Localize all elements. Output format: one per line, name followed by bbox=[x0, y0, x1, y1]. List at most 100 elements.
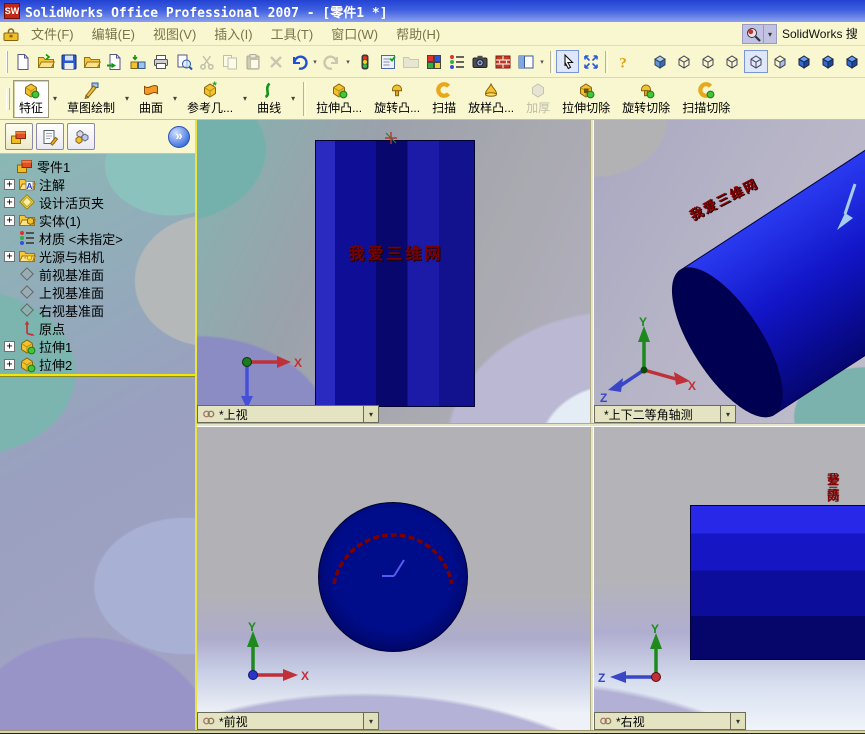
make-assembly-button[interactable] bbox=[126, 50, 149, 73]
open-button[interactable] bbox=[34, 50, 57, 73]
expand-toggle-icon[interactable]: + bbox=[4, 340, 15, 352]
tree-item-material[interactable]: 材质 <未指定> bbox=[0, 229, 195, 247]
display-current-style-button[interactable] bbox=[744, 50, 768, 73]
revolved-cut-button[interactable]: 旋转切除 bbox=[616, 80, 676, 118]
svg-text:?: ? bbox=[619, 55, 627, 71]
curve-button[interactable]: 曲线 bbox=[251, 80, 287, 118]
undo-button-dropdown-icon[interactable]: ▾ bbox=[310, 58, 320, 66]
sketch-button[interactable]: 草图绘制 bbox=[61, 80, 121, 118]
tree-item-extrude2[interactable]: + 拉伸2 bbox=[0, 355, 195, 373]
redo-button-dropdown-icon[interactable]: ▾ bbox=[343, 58, 353, 66]
menu-item-3[interactable]: 插入(I) bbox=[205, 22, 261, 45]
expand-toggle-icon[interactable]: + bbox=[4, 214, 15, 226]
sketch-button-dropdown-icon[interactable]: ▾ bbox=[121, 94, 133, 103]
panel-overflow-button[interactable]: » bbox=[168, 125, 190, 148]
menu-item-2[interactable]: 视图(V) bbox=[144, 22, 205, 45]
tree-item-right-plane[interactable]: 右视基准面 bbox=[0, 301, 195, 319]
view-selector-right[interactable]: *右视 ▾ bbox=[594, 712, 746, 730]
horizontal-splitter[interactable] bbox=[197, 423, 865, 427]
undo-button[interactable] bbox=[287, 50, 310, 73]
features-button-dropdown-icon[interactable]: ▾ bbox=[49, 94, 61, 103]
display-hidden-lines-removed-button[interactable] bbox=[696, 50, 720, 73]
menu-item-5[interactable]: 窗口(W) bbox=[322, 22, 387, 45]
photo-render-button[interactable] bbox=[468, 50, 491, 73]
view-dropdown-icon[interactable]: ▾ bbox=[720, 406, 735, 422]
print-preview-button[interactable] bbox=[172, 50, 195, 73]
view-selector-isometric[interactable]: *上下二等角轴测 ▾ bbox=[594, 405, 736, 423]
display-shaded-edges-button[interactable] bbox=[648, 50, 672, 73]
viewport-top-view[interactable]: 我爱三维网 X Z *上视 ▾ bbox=[197, 120, 590, 423]
zoom-fit-button[interactable] bbox=[579, 50, 602, 73]
expand-toggle-icon[interactable]: + bbox=[4, 178, 15, 190]
revolved-boss-button[interactable]: 旋转凸... bbox=[368, 80, 426, 118]
expand-toggle-icon[interactable]: + bbox=[4, 250, 15, 262]
tree-item-extrude1[interactable]: + 拉伸1 bbox=[0, 337, 195, 355]
tree-item-solid-bodies[interactable]: + 实体(1) bbox=[0, 211, 195, 229]
tree-item-annotations[interactable]: + A 注解 bbox=[0, 175, 195, 193]
texture-button[interactable] bbox=[491, 50, 514, 73]
menu-item-0[interactable]: 文件(F) bbox=[22, 22, 83, 45]
view-selector-front[interactable]: *前视 ▾ bbox=[197, 712, 379, 730]
split-view-button[interactable] bbox=[514, 50, 537, 73]
model-top-view[interactable] bbox=[315, 140, 475, 407]
tree-item-lights-cameras[interactable]: + 光源与相机 bbox=[0, 247, 195, 265]
expand-toggle-icon[interactable]: + bbox=[4, 358, 15, 370]
viewport-right-view[interactable]: 我爱三维网 Y Z *右视 ▾ bbox=[594, 427, 865, 730]
display-shadow-button[interactable] bbox=[768, 50, 792, 73]
search-dropdown-icon[interactable]: ▾ bbox=[764, 23, 777, 44]
sweep-button-icon bbox=[435, 81, 453, 99]
surface-button[interactable]: 曲面 bbox=[133, 80, 169, 118]
tab-configurations[interactable] bbox=[67, 123, 95, 150]
extruded-boss-button[interactable]: 拉伸凸... bbox=[310, 80, 368, 118]
select-button[interactable] bbox=[556, 50, 579, 73]
viewport-isometric-view[interactable]: 我爱三维网 Y X Z *上下二等角轴测 ▾ bbox=[594, 120, 865, 423]
menu-item-4[interactable]: 工具(T) bbox=[262, 22, 323, 45]
tab-featuremanager[interactable] bbox=[5, 123, 33, 150]
view-dropdown-icon[interactable]: ▾ bbox=[363, 713, 378, 729]
model-right-view[interactable] bbox=[690, 505, 865, 660]
tree-item-front-plane[interactable]: 前视基准面 bbox=[0, 265, 195, 283]
rebuild-button[interactable] bbox=[353, 50, 376, 73]
tree-item-origin[interactable]: 原点 bbox=[0, 319, 195, 337]
menu-item-1[interactable]: 编辑(E) bbox=[83, 22, 144, 45]
tree-item-part-root[interactable]: 零件1 bbox=[0, 157, 195, 175]
view-orientation-1-button[interactable] bbox=[792, 50, 816, 73]
toolbar-grip[interactable] bbox=[6, 50, 8, 73]
display-hidden-lines-visible-button[interactable] bbox=[672, 50, 696, 73]
make-drawing-button[interactable] bbox=[103, 50, 126, 73]
toolbar-grip[interactable] bbox=[6, 87, 10, 110]
display-settings-button[interactable] bbox=[445, 50, 468, 73]
tree-item-design-binder[interactable]: + 设计活页夹 bbox=[0, 193, 195, 211]
search-icon[interactable] bbox=[742, 23, 764, 44]
view-orientation-3-button[interactable] bbox=[840, 50, 864, 73]
extruded-cut-button[interactable]: 拉伸切除 bbox=[556, 80, 616, 118]
new-button[interactable] bbox=[11, 50, 34, 73]
options-button[interactable] bbox=[376, 50, 399, 73]
view-dropdown-icon[interactable]: ▾ bbox=[730, 713, 745, 729]
rollback-bar[interactable] bbox=[0, 374, 195, 377]
display-wireframe-button[interactable] bbox=[720, 50, 744, 73]
viewport-front-view[interactable]: Y X *前视 ▾ bbox=[197, 427, 590, 730]
features-button[interactable]: 特征 bbox=[13, 79, 50, 118]
view-dropdown-icon[interactable]: ▾ bbox=[363, 406, 378, 422]
print-button[interactable] bbox=[149, 50, 172, 73]
tree-item-top-plane[interactable]: 上视基准面 bbox=[0, 283, 195, 301]
open-alt-button[interactable] bbox=[80, 50, 103, 73]
swept-cut-button[interactable]: 扫描切除 bbox=[676, 80, 736, 118]
loft-button[interactable]: 放样凸... bbox=[462, 80, 520, 118]
expand-toggle-icon[interactable]: + bbox=[4, 196, 15, 208]
menu-item-6[interactable]: 帮助(H) bbox=[387, 22, 449, 45]
edit-color-button[interactable] bbox=[422, 50, 445, 73]
help-button[interactable]: ? bbox=[611, 50, 634, 73]
view-orientation-2-button[interactable] bbox=[816, 50, 840, 73]
save-button[interactable] bbox=[57, 50, 80, 73]
split-view-button-dropdown-icon[interactable]: ▾ bbox=[537, 58, 547, 66]
curve-button-dropdown-icon[interactable]: ▾ bbox=[287, 94, 299, 103]
solidworks-search[interactable]: ▾ SolidWorks 搜 bbox=[742, 23, 865, 44]
reference-geometry-button[interactable]: * 参考几... bbox=[181, 80, 239, 118]
view-selector-top[interactable]: *上视 ▾ bbox=[197, 405, 379, 423]
sweep-button[interactable]: 扫描 bbox=[426, 80, 462, 118]
tab-propertymanager[interactable] bbox=[36, 123, 64, 150]
reference-geometry-button-dropdown-icon[interactable]: ▾ bbox=[239, 94, 251, 103]
surface-button-dropdown-icon[interactable]: ▾ bbox=[169, 94, 181, 103]
